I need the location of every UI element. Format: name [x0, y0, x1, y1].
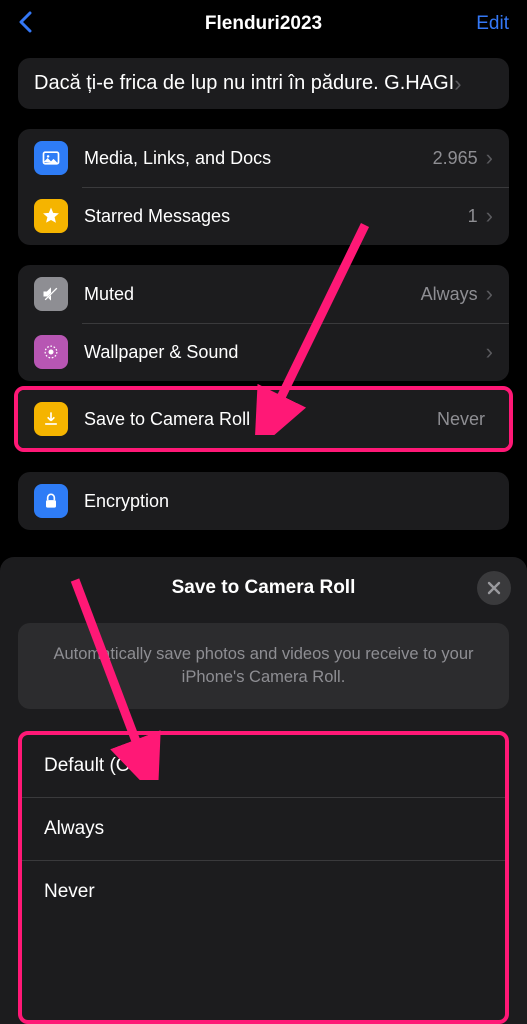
option-never[interactable]: Never	[22, 860, 505, 923]
row-label: Media, Links, and Docs	[84, 148, 433, 169]
chevron-right-icon: ›	[486, 339, 493, 365]
option-default[interactable]: Default (On)	[22, 735, 505, 797]
star-icon	[34, 199, 68, 233]
save-camera-roll-sheet: Save to Camera Roll Automatically save p…	[0, 557, 527, 1024]
mute-icon	[34, 277, 68, 311]
encryption-row[interactable]: Encryption	[18, 472, 509, 530]
photo-icon	[34, 141, 68, 175]
page-title: Flenduri2023	[0, 13, 527, 35]
row-label: Muted	[84, 284, 421, 305]
group-status-row[interactable]: Dacă ți-e frica de lup nu intri în pădur…	[18, 58, 509, 109]
media-links-docs-row[interactable]: Media, Links, and Docs 2.965 ›	[18, 129, 509, 187]
chevron-right-icon: ›	[486, 203, 493, 229]
edit-button[interactable]: Edit	[476, 13, 509, 35]
row-label: Save to Camera Roll	[84, 409, 437, 430]
wallpaper-icon	[34, 335, 68, 369]
options-list: Default (On) Always Never	[18, 731, 509, 1024]
download-icon	[34, 402, 68, 436]
sheet-description: Automatically save photos and videos you…	[18, 623, 509, 709]
group-status-text: Dacă ți-e frica de lup nu intri în pădur…	[34, 70, 454, 97]
option-always[interactable]: Always	[22, 797, 505, 860]
row-value: 2.965	[433, 148, 478, 169]
row-label: Starred Messages	[84, 206, 468, 227]
row-label: Encryption	[84, 491, 493, 512]
close-button[interactable]	[477, 571, 511, 605]
row-value: Always	[421, 284, 478, 305]
starred-messages-row[interactable]: Starred Messages 1 ›	[18, 187, 509, 245]
wallpaper-sound-row[interactable]: Wallpaper & Sound ›	[18, 323, 509, 381]
row-value: 1	[468, 206, 478, 227]
chevron-right-icon: ›	[486, 281, 493, 307]
row-label: Wallpaper & Sound	[84, 342, 486, 363]
back-button[interactable]	[18, 9, 32, 40]
sheet-title: Save to Camera Roll	[172, 577, 356, 599]
save-to-camera-roll-row[interactable]: Save to Camera Roll Never	[18, 390, 509, 448]
row-value: Never	[437, 409, 485, 430]
lock-icon	[34, 484, 68, 518]
muted-row[interactable]: Muted Always ›	[18, 265, 509, 323]
chevron-right-icon: ›	[486, 145, 493, 171]
chevron-right-icon: ›	[454, 71, 461, 97]
